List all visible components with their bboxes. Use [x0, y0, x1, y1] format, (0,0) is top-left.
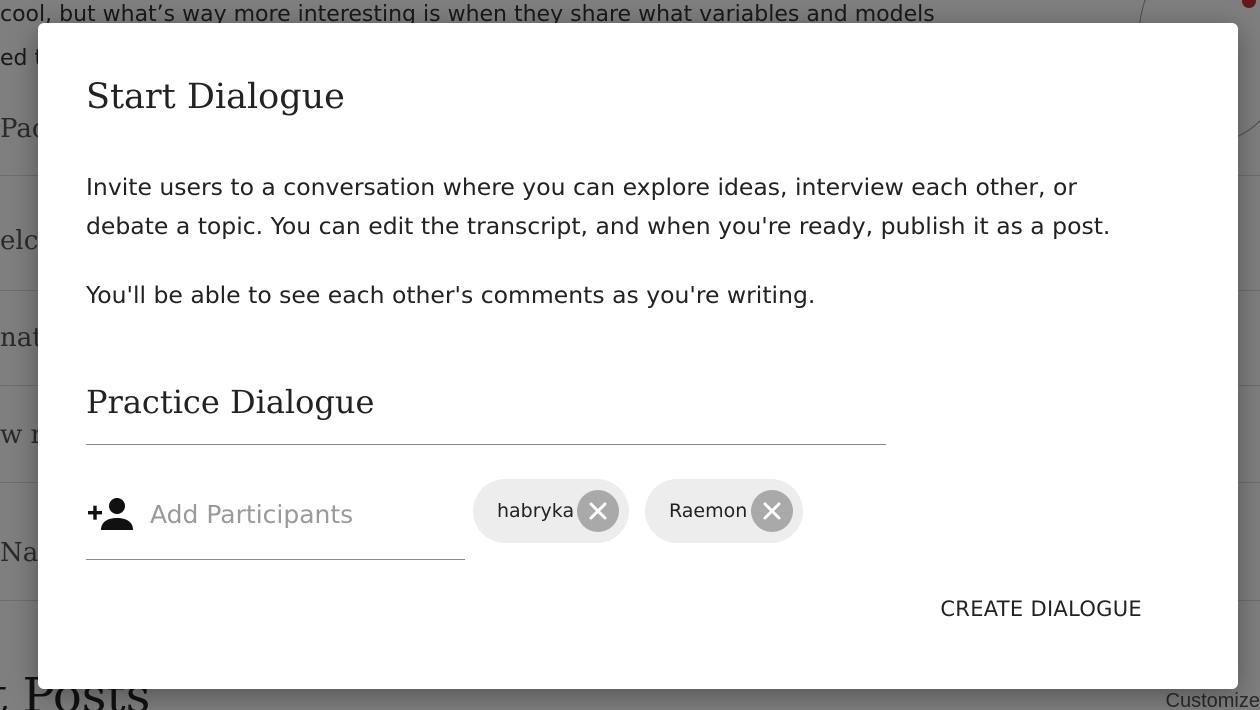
dialogue-title-input[interactable] [86, 378, 886, 426]
create-dialogue-button[interactable]: CREATE DIALOGUE [940, 597, 1142, 621]
page: cool, but what’s way more interesting is… [0, 0, 1260, 710]
dialog-description: Invite users to a conversation where you… [86, 173, 1111, 240]
participants-field [86, 487, 465, 560]
dialog-title: Start Dialogue [86, 77, 345, 117]
participant-name: Raemon [669, 500, 748, 522]
participant-chip: Raemon [645, 479, 803, 543]
participant-chip: habryka [473, 479, 629, 543]
participant-name: habryka [497, 500, 575, 522]
add-person-icon [86, 497, 134, 531]
remove-participant-icon[interactable] [751, 490, 793, 532]
dialog-note: You'll be able to see each other's comme… [86, 281, 816, 309]
start-dialogue-modal: Start Dialogue Invite users to a convers… [38, 23, 1238, 689]
add-participants-input[interactable] [150, 495, 450, 533]
remove-participant-icon[interactable] [577, 490, 619, 532]
dialogue-title-field [86, 378, 886, 445]
